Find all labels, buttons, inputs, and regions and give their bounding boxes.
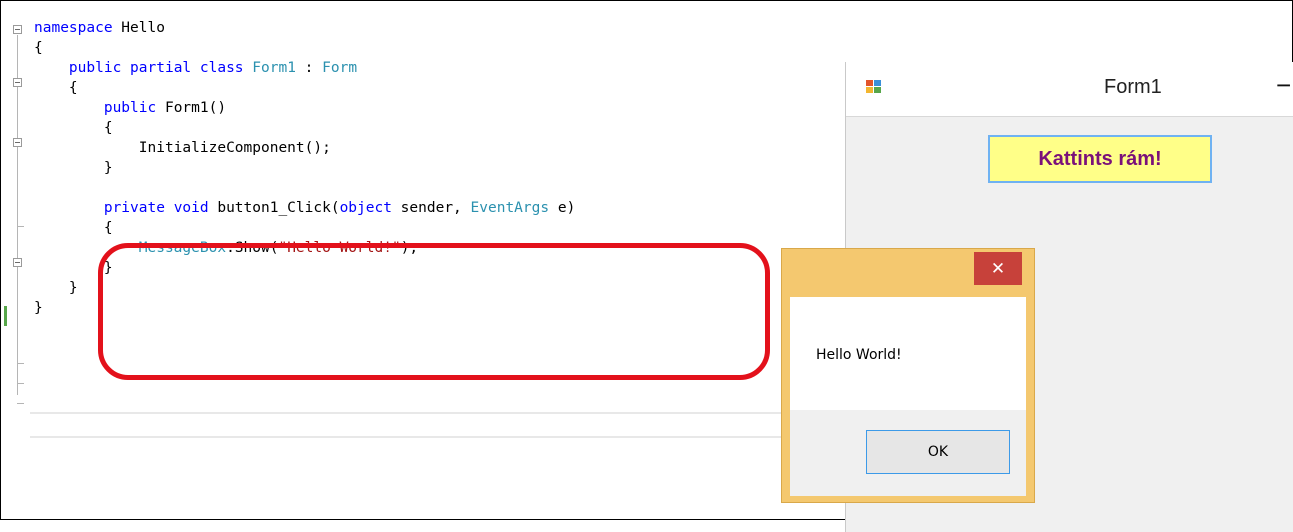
code-token: void [173, 200, 209, 216]
code-token: class [199, 60, 244, 76]
messagebox-text: Hello World! [816, 347, 902, 363]
code-line[interactable]: } [34, 298, 43, 318]
outline-line [17, 35, 18, 395]
outline-end [17, 403, 24, 404]
code-token: } [68, 280, 78, 296]
code-token: Form1() [156, 100, 227, 116]
code-token: } [103, 160, 113, 176]
outline-end [17, 383, 24, 384]
code-token: EventArgs [470, 200, 550, 216]
editor-bottom-bar [30, 412, 790, 438]
change-tracking-bar [4, 306, 7, 326]
code-token: Form [322, 60, 358, 76]
collapse-namespace-icon[interactable] [13, 25, 22, 34]
code-line[interactable]: InitializeComponent(); [34, 138, 331, 158]
messagebox-dialog: ✕ Hello World! OK [781, 248, 1035, 503]
highlight-annotation [98, 243, 770, 380]
code-token: { [34, 40, 43, 56]
code-token: } [34, 300, 43, 316]
outline-end [17, 226, 24, 227]
code-line[interactable]: namespace Hello [34, 18, 165, 38]
form-app-icon [866, 80, 882, 94]
code-line[interactable]: { [34, 118, 113, 138]
code-line[interactable]: } [34, 158, 113, 178]
collapse-constructor-icon[interactable] [13, 138, 22, 147]
close-button[interactable]: ✕ [974, 252, 1022, 285]
collapse-class-icon[interactable] [13, 78, 22, 87]
code-token: { [103, 120, 113, 136]
code-line[interactable]: { [34, 218, 113, 238]
form1-title: Form1 [1104, 76, 1162, 98]
outlining-margin [0, 0, 30, 410]
code-token: : [295, 60, 323, 76]
code-token: { [103, 220, 113, 236]
code-token: Form1 [252, 60, 296, 76]
ok-button[interactable]: OK [866, 430, 1010, 474]
code-token: e) [549, 200, 576, 216]
code-token: private [103, 200, 165, 216]
collapse-method-icon[interactable] [13, 258, 22, 267]
code-line[interactable]: } [34, 278, 78, 298]
close-icon: ✕ [990, 258, 1006, 279]
minimize-button[interactable]: − [1276, 72, 1291, 98]
code-line[interactable]: public Form1() [34, 98, 226, 118]
code-token: sender, [391, 200, 471, 216]
messagebox-content: Hello World! [790, 297, 1026, 410]
messagebox-footer: OK [790, 410, 1026, 496]
code-token: InitializeComponent(); [138, 140, 331, 156]
code-line[interactable]: private void button1_Click(object sender… [34, 198, 575, 218]
code-token: { [68, 80, 78, 96]
kattints-button[interactable]: Kattints rám! [988, 135, 1212, 183]
code-token: button1_Click( [208, 200, 340, 216]
code-token: partial [130, 60, 192, 76]
code-token: namespace [34, 20, 113, 36]
code-line[interactable]: public partial class Form1 : Form [34, 58, 357, 78]
code-token: public [68, 60, 122, 76]
code-token: Hello [112, 20, 165, 36]
code-line[interactable]: { [34, 78, 78, 98]
code-line[interactable]: { [34, 38, 43, 58]
code-token: object [339, 200, 392, 216]
code-token: public [103, 100, 157, 116]
outline-end [17, 363, 24, 364]
form1-titlebar[interactable]: Form1 − [846, 62, 1293, 117]
